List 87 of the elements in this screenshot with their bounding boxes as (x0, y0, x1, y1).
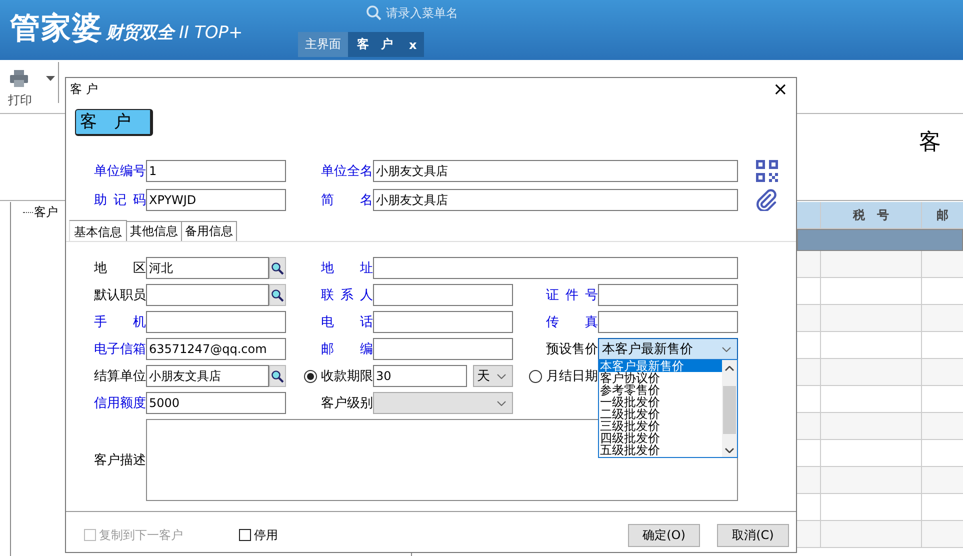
scrollbar[interactable] (722, 360, 737, 457)
ok-button[interactable]: 确定(O) (628, 524, 700, 546)
dialog-heading: 客 户 (75, 109, 153, 136)
field-label: 客户描述 (94, 452, 146, 469)
field-label: 邮编 (321, 341, 373, 358)
close-icon[interactable]: x (409, 38, 417, 52)
search-field[interactable]: 请录入菜单名 (386, 6, 486, 20)
printer-icon[interactable] (10, 70, 28, 87)
field-label: 联系人 (321, 287, 373, 304)
input-field[interactable]: 1 (146, 160, 286, 182)
field-label: 信用额度 (94, 395, 146, 412)
tree-item[interactable]: 客户 (34, 204, 58, 221)
column-header[interactable]: 邮 (922, 202, 963, 228)
dropdown-option[interactable]: 一级批发价 (599, 396, 722, 408)
field-label: 默认职员 (94, 287, 146, 304)
lookup-button[interactable] (269, 365, 286, 387)
input-field[interactable]: 小朋友文具店 (146, 365, 269, 387)
chevron-up-icon[interactable] (725, 366, 734, 371)
dropdown-option[interactable]: 客户协议价 (599, 372, 722, 384)
page-title: 客 (919, 129, 941, 157)
field-label: 单位编号 (94, 163, 146, 180)
checkbox[interactable]: 停用 (239, 526, 278, 544)
field-label: 地区 (94, 260, 146, 277)
close-icon[interactable]: × (772, 78, 788, 100)
cancel-button[interactable]: 取消(C) (717, 524, 789, 546)
app-tab[interactable]: 客 户 x (348, 32, 424, 57)
app-edition: II TOP+ (179, 23, 243, 43)
search-icon[interactable] (366, 5, 382, 21)
dropdown-option[interactable]: 三级批发价 (599, 420, 722, 432)
chevron-down-icon[interactable] (725, 448, 734, 453)
input-field[interactable] (598, 311, 738, 333)
qr-code-icon[interactable] (756, 160, 778, 182)
chevron-icon (497, 400, 506, 406)
dropdown-option[interactable]: 四级批发价 (599, 432, 722, 444)
caret-icon[interactable] (46, 76, 55, 81)
input-field[interactable]: 小朋友文具店 (373, 189, 738, 211)
input-field[interactable]: 30 (373, 365, 467, 387)
search-icon (271, 370, 284, 382)
print-label[interactable]: 打印 (8, 92, 58, 109)
search-icon (271, 262, 284, 274)
lookup-button[interactable] (269, 284, 286, 306)
dialog-tab[interactable]: 备用信息 (182, 221, 237, 241)
field-label: 助记码 (94, 192, 146, 209)
input-field[interactable] (146, 284, 269, 306)
chevron-icon (722, 346, 731, 352)
field-label: 证件号 (546, 287, 598, 304)
paperclip-icon[interactable] (756, 189, 778, 211)
input-field[interactable]: 5000 (146, 392, 286, 414)
field-label: 传真 (546, 314, 598, 331)
input-field[interactable] (373, 257, 738, 279)
input-field[interactable]: 63571247@qq.com (146, 338, 286, 360)
input-field[interactable]: XPYWJD (146, 189, 286, 211)
field-label: 简名 (321, 192, 373, 209)
field-label: 电子信箱 (94, 341, 146, 358)
field-label: 手机 (94, 314, 146, 331)
field-label: 月结日期 (546, 368, 598, 385)
app-subtitle: 财贸双全 (106, 22, 174, 44)
input-field[interactable]: 小朋友文具店 (373, 160, 738, 182)
input-field[interactable] (146, 311, 286, 333)
unit-dropdown[interactable]: 天 (473, 365, 513, 387)
field-label: 电话 (321, 314, 373, 331)
input-field[interactable] (373, 284, 513, 306)
field-label: 收款期限 (321, 368, 373, 385)
dropdown-option[interactable]: 二级批发价 (599, 408, 722, 420)
dialog-tab[interactable]: 基本信息 (69, 220, 127, 241)
field-label: 预设售价 (546, 341, 598, 358)
radio-button[interactable] (304, 370, 317, 382)
column-header[interactable]: 税 号 (821, 202, 922, 228)
dropdown-option[interactable]: 参考零售价 (599, 384, 722, 396)
dropdown-option[interactable]: 本客户最新售价 (599, 360, 722, 372)
field-label: 单位全名 (321, 163, 373, 180)
dialog-title: 客 户 (70, 80, 98, 98)
input-field[interactable] (373, 338, 513, 360)
field-label: 结算单位 (94, 368, 146, 385)
radio-button[interactable] (529, 370, 542, 382)
app-logo: 管家婆 (10, 10, 103, 48)
lookup-button[interactable] (269, 257, 286, 279)
field-label: 客户级别 (321, 395, 373, 412)
dialog-tab[interactable]: 其他信息 (127, 221, 182, 241)
dropdown-option[interactable]: 五级批发价 (599, 444, 722, 456)
input-field[interactable] (598, 284, 738, 306)
search-icon (271, 288, 284, 302)
field-label: 地址 (321, 260, 373, 277)
input-field[interactable] (373, 311, 513, 333)
app-tab[interactable]: 主界面 (298, 32, 348, 57)
chevron-icon (497, 374, 506, 378)
input-field[interactable]: 河北 (146, 257, 269, 279)
